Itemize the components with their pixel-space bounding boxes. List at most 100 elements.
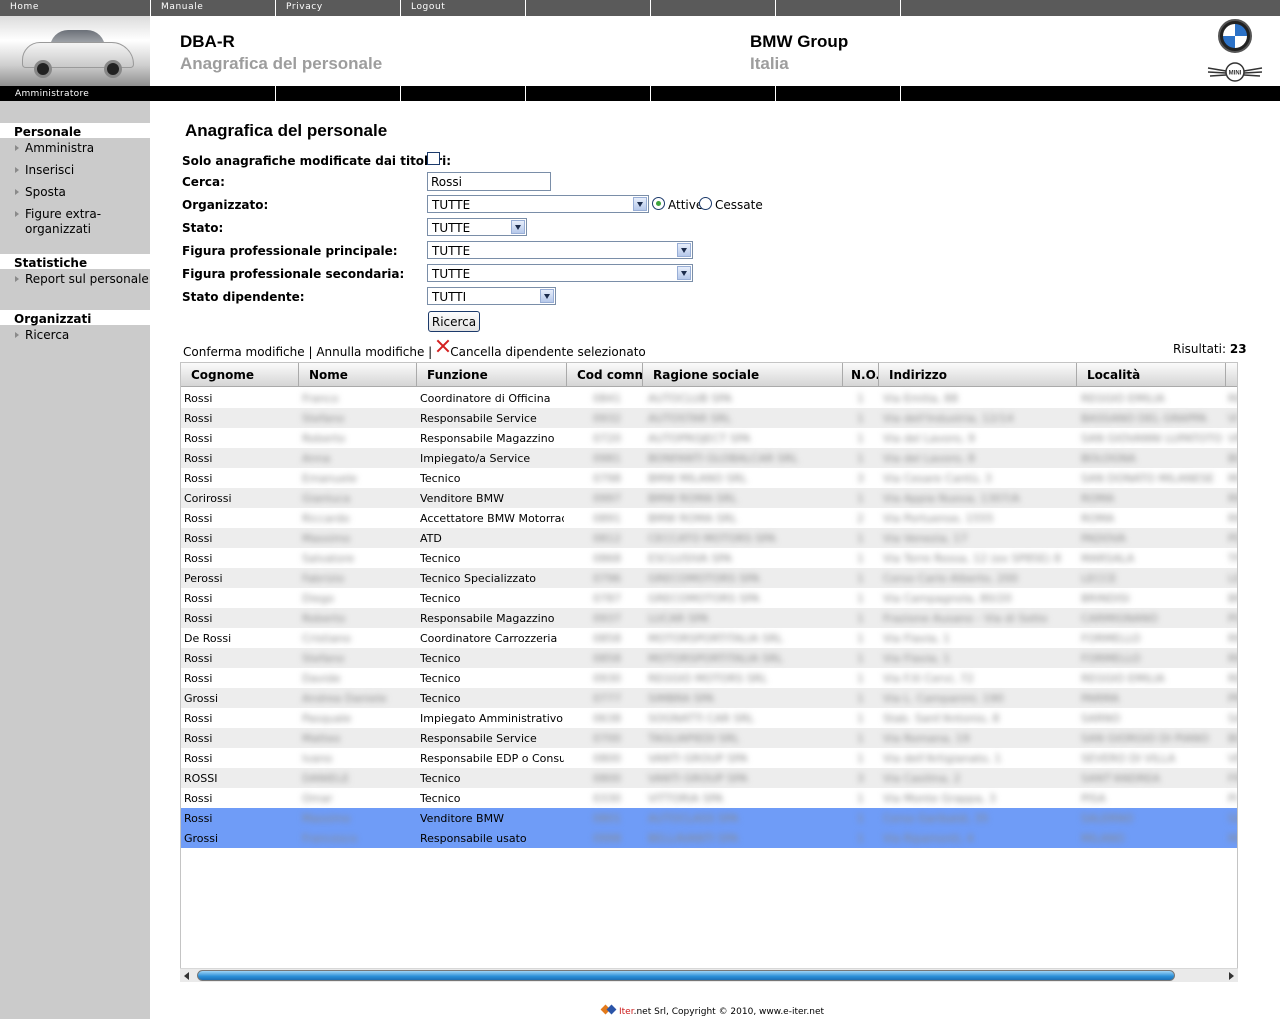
table-row[interactable]: Rossi Stefano Responsabile Service 0932 AUTO… xyxy=(181,408,1237,428)
solo-modificate-checkbox[interactable] xyxy=(427,152,440,165)
cell-p: BO xyxy=(1228,452,1237,465)
cell-localita: PARMA xyxy=(1081,692,1120,705)
table-row[interactable]: Rossi Massimo Venditore BMW 0801 AUTOCLASS S… xyxy=(181,808,1237,828)
car-banner-image xyxy=(0,16,150,86)
cell-funzione: Venditore BMW xyxy=(420,812,504,825)
table-row[interactable]: Rossi Diego Tecnico 0787 GRECOMOTORS SPA 1 Via… xyxy=(181,588,1237,608)
stato-dipendente-select[interactable]: TUTTI xyxy=(427,287,556,305)
sidebar-item-ricerca[interactable]: Ricerca xyxy=(0,325,150,345)
cell-cognome: Grossi xyxy=(184,692,219,705)
table-row[interactable]: Grossi Andrea Daniele Tecnico 0777 SIMBRA SP… xyxy=(181,688,1237,708)
figura-secondaria-select[interactable]: TUTTE xyxy=(427,264,693,282)
column-header[interactable]: Ragione sociale xyxy=(643,363,843,387)
table-row[interactable]: Grossi Francesco Responsabile usato 0998 BEL… xyxy=(181,828,1237,848)
column-header[interactable]: Cod comm xyxy=(567,363,643,387)
cell-funzione: Tecnico xyxy=(420,592,461,605)
topnav-item-logout[interactable]: Logout xyxy=(400,0,525,16)
solo-modificate-label: Solo anagrafiche modificate dai titolari… xyxy=(182,154,452,168)
cell-cognome: Rossi xyxy=(184,792,213,805)
figura-principale-select[interactable]: TUTTE xyxy=(427,241,693,259)
topnav-item-manuale[interactable]: Manuale xyxy=(150,0,275,16)
table-row[interactable]: Rossi Riccardo Accettatore BMW Motorrad 089… xyxy=(181,508,1237,528)
footer-brand: Iter xyxy=(619,1007,634,1017)
sidebar-item-sposta[interactable]: Sposta xyxy=(0,182,150,202)
cell-funzione: Venditore BMW xyxy=(420,492,504,505)
ricerca-button[interactable]: Ricerca xyxy=(428,311,480,332)
horizontal-scrollbar[interactable] xyxy=(180,968,1238,982)
cell-nome: Ivano xyxy=(302,752,333,765)
cell-ragione: VANTI GROUP SPA xyxy=(648,772,748,785)
column-header[interactable]: Nome xyxy=(299,363,417,387)
cell-cognome: Rossi xyxy=(184,432,213,445)
cancella-dipendente-link[interactable]: Cancella dipendente selezionato xyxy=(450,345,646,359)
cell-indirizzo: Via Flavia, 1 xyxy=(883,652,950,665)
arrow-right-icon xyxy=(15,211,19,217)
organizzato-select[interactable]: TUTTE xyxy=(427,195,649,213)
cell-funzione: Tecnico xyxy=(420,792,461,805)
table-row[interactable]: Rossi Roberto Responsabile Magazzino 0720 AU… xyxy=(181,428,1237,448)
cell-no: 1 xyxy=(857,612,864,625)
table-row[interactable]: Rossi Davide Tecnico 0930 REGGIO MOTORS SRL 1… xyxy=(181,668,1237,688)
table-row[interactable]: Rossi Pasquale Impiegato Amministrativo 063… xyxy=(181,708,1237,728)
column-header[interactable]: P xyxy=(1226,363,1237,387)
stato-select[interactable]: TUTTE xyxy=(427,218,527,236)
cell-p: PI xyxy=(1228,792,1238,805)
column-header[interactable]: Cognome xyxy=(181,363,299,387)
cell-nome: Roberto xyxy=(302,612,346,625)
delete-x-icon[interactable] xyxy=(436,339,450,353)
grid-actions: Conferma modifiche | Annulla modifiche |… xyxy=(183,343,646,359)
topnav-item-home[interactable]: Home xyxy=(0,0,150,16)
chevron-down-icon xyxy=(633,197,647,211)
cell-indirizzo: Via Emilia, 88 xyxy=(883,392,959,405)
cell-funzione: Tecnico xyxy=(420,552,461,565)
cell-nome: Gianluca xyxy=(302,492,351,505)
sidebar-item-figure-extra[interactable]: Figure extra-organizzati xyxy=(0,204,110,239)
cell-cod: 0812 xyxy=(593,532,621,545)
cell-indirizzo: Via Torre Rossa, 12 (ex SP85E) 8 xyxy=(883,552,1061,565)
annulla-modifiche-link[interactable]: Annulla modifiche xyxy=(316,345,424,359)
column-header[interactable]: N.O. xyxy=(843,363,879,387)
sidebar-item-inserisci[interactable]: Inserisci xyxy=(0,160,150,180)
cell-no: 1 xyxy=(857,732,864,745)
cell-funzione: Tecnico xyxy=(420,652,461,665)
scroll-right-icon[interactable] xyxy=(1229,972,1234,980)
cell-indirizzo: Via Flavia, 1 xyxy=(883,632,950,645)
cell-ragione: MOTORSPORTITALIA SRL xyxy=(648,632,783,645)
conferma-modifiche-link[interactable]: Conferma modifiche xyxy=(183,345,305,359)
column-header[interactable]: Indirizzo xyxy=(879,363,1077,387)
table-row[interactable]: Rossi Franco Coordinatore di Officina 0841 A… xyxy=(181,388,1237,408)
table-row[interactable]: Rossi Anna Impiegato/a Service 0981 BONFANTI… xyxy=(181,448,1237,468)
cell-indirizzo: Via Venezia, 17 xyxy=(883,532,968,545)
column-header[interactable]: Funzione xyxy=(417,363,567,387)
radio-cessate[interactable] xyxy=(699,197,712,210)
table-row[interactable]: ROSSI DANIELE Tecnico 0800 VANTI GROUP SPA 3 V… xyxy=(181,768,1237,788)
table-row[interactable]: Corirossi Gianluca Venditore BMW 0997 BMW RO… xyxy=(181,488,1237,508)
table-row[interactable]: Rossi Omar Tecnico 0330 VITTORIA SPA 1 Via Mon… xyxy=(181,788,1238,808)
cell-nome: Davide xyxy=(302,672,341,685)
cell-nome: Diego xyxy=(302,592,335,605)
cell-funzione: Responsabile Service xyxy=(420,412,537,425)
cell-cod: 0638 xyxy=(593,712,621,725)
sidebar-item-report[interactable]: Report sul personale xyxy=(0,269,150,289)
sidebar-item-amministra[interactable]: Amministra xyxy=(0,138,150,158)
cell-p: RM xyxy=(1228,652,1237,665)
table-row[interactable]: Rossi Massimo ATD 0812 CECCATO MOTORS SPA 1 Vi… xyxy=(181,528,1237,548)
scroll-left-icon[interactable] xyxy=(184,972,189,980)
cell-p: RM xyxy=(1228,632,1237,645)
scrollbar-thumb[interactable] xyxy=(197,970,1175,981)
table-row[interactable]: Rossi Emanuele Tecnico 0798 BMW MILANO SRL 3 V… xyxy=(181,468,1237,488)
table-row[interactable]: Rossi Stefano Tecnico 0858 MOTORSPORTITALIA … xyxy=(181,648,1237,668)
table-row[interactable]: Rossi Matteo Responsabile Service 0700 TAGLI… xyxy=(181,728,1237,748)
table-row[interactable]: Rossi Roberto Responsabile Magazzino 0937 LU… xyxy=(181,608,1237,628)
radio-attive[interactable] xyxy=(652,197,665,210)
column-header[interactable]: Località xyxy=(1077,363,1226,387)
topnav-item-privacy[interactable]: Privacy xyxy=(275,0,400,16)
table-row[interactable]: Perossi Fabrizio Tecnico Specializzato 0796… xyxy=(181,568,1237,588)
table-row[interactable]: Rossi Ivano Responsabile EDP o Consulent 08… xyxy=(181,748,1237,768)
table-row[interactable]: De Rossi Cristiano Coordinatore Carrozzeri… xyxy=(181,628,1237,648)
cell-localita: ROMA xyxy=(1081,512,1115,525)
cell-indirizzo: Via Portuense, 1555 xyxy=(883,512,994,525)
table-row[interactable]: Rossi Salvatore Tecnico 0868 ESCLUSIVA SPA 1 V… xyxy=(181,548,1237,568)
cell-ragione: BMW ROMA SRL xyxy=(648,512,737,525)
cerca-input[interactable]: Rossi xyxy=(427,172,551,191)
